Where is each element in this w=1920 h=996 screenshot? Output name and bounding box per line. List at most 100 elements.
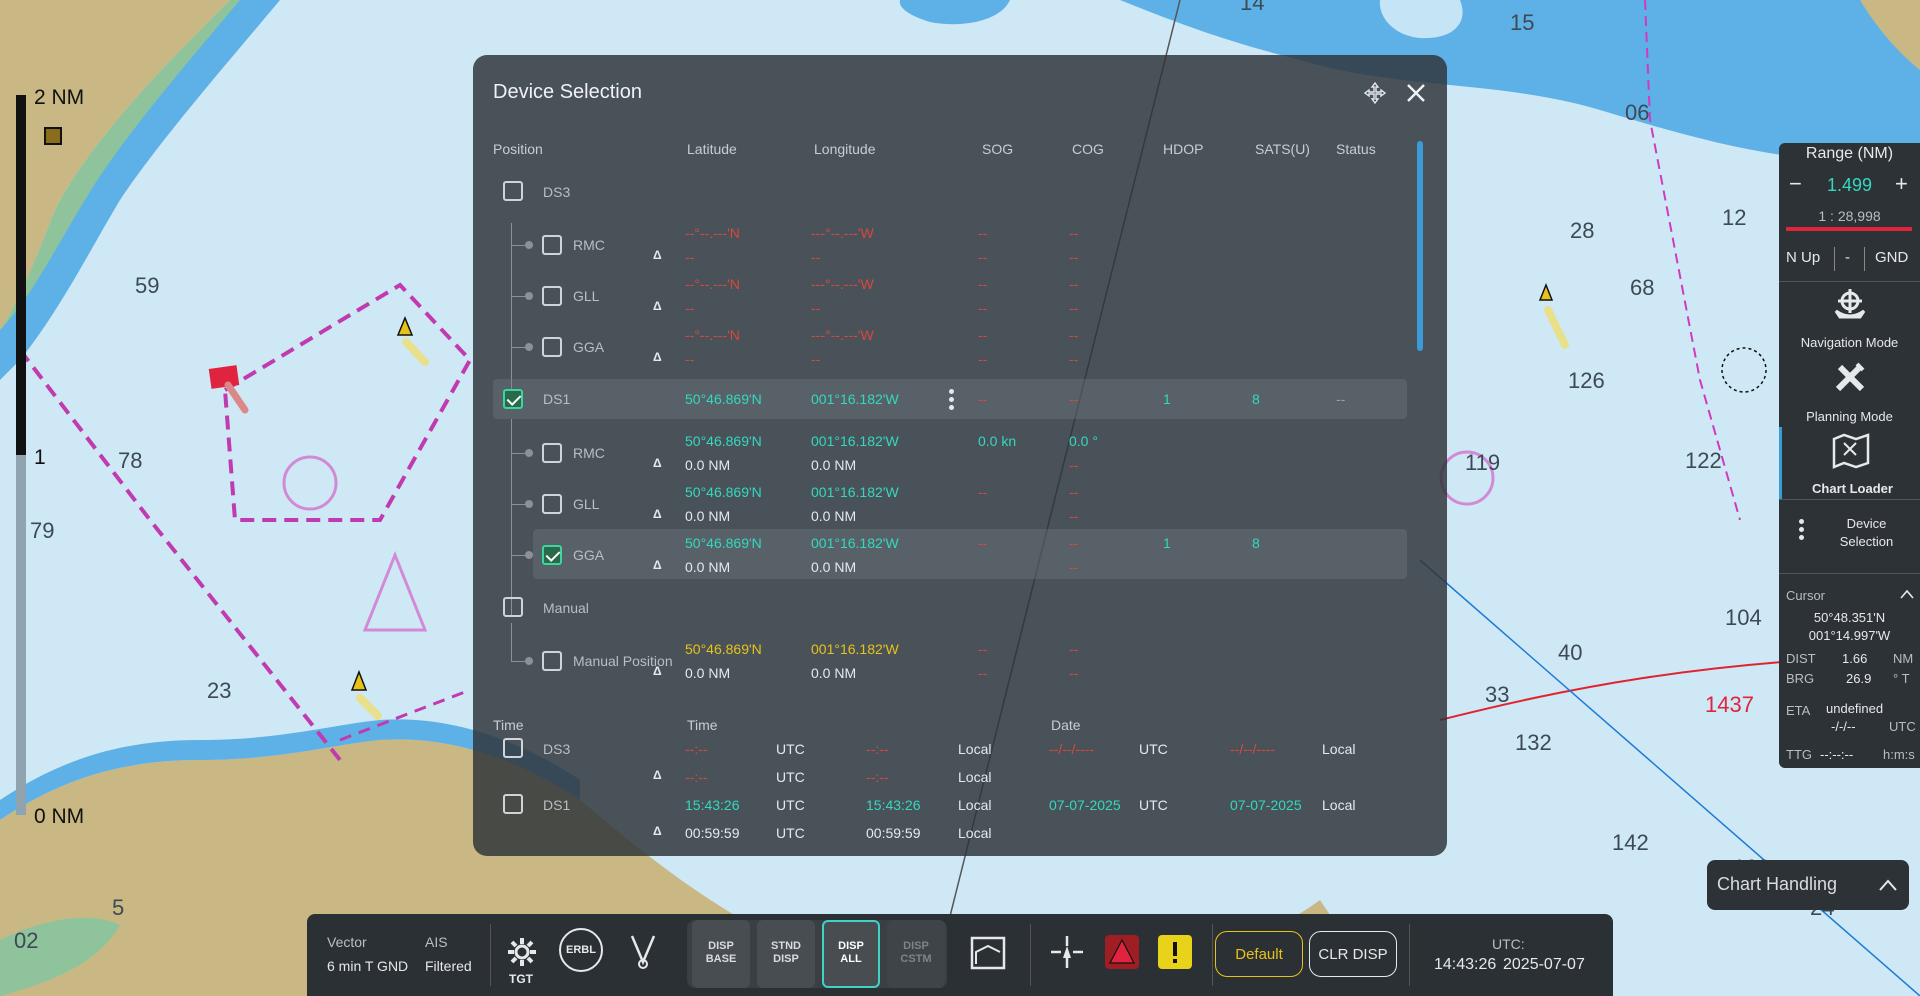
- ds1-lon: 001°16.182'W: [811, 391, 899, 407]
- ds1-lat: 50°46.869'N: [685, 391, 762, 407]
- vector-tool-button[interactable]: [623, 922, 663, 982]
- time-ds1-delta-local-label: Local: [958, 825, 992, 841]
- chevron-up-icon[interactable]: [1900, 589, 1914, 599]
- col-hdop: HDOP: [1163, 141, 1204, 157]
- ds3-rmc-checkbox[interactable]: [542, 235, 562, 255]
- svg-text:28: 28: [1570, 218, 1594, 243]
- close-icon[interactable]: [1404, 81, 1428, 105]
- ds1-gll-checkbox[interactable]: [542, 494, 562, 514]
- utc-date: 2025-07-07: [1503, 956, 1585, 973]
- ds1-gga-lon: 001°16.182'W: [811, 535, 899, 551]
- dist-value: 1.66: [1842, 651, 1868, 666]
- stnd-disp-button[interactable]: STND DISP: [757, 920, 815, 988]
- delta-icon: Δ: [653, 248, 662, 262]
- ds3-rmc-lat: --°--.---'N: [685, 225, 740, 241]
- ds3-gga-cog-delta: --: [1069, 351, 1079, 367]
- ds1-gga-checkbox[interactable]: [542, 545, 562, 565]
- erbl-button[interactable]: ERBL: [559, 928, 603, 972]
- dialog-scrollbar[interactable]: [1417, 141, 1423, 351]
- time-ds1-checkbox[interactable]: [503, 794, 523, 814]
- planning-mode-button[interactable]: Planning Mode: [1779, 355, 1920, 427]
- ds3-gga-cog: --: [1069, 327, 1079, 343]
- time-ds3-utc-label: UTC: [776, 741, 805, 757]
- vector-value[interactable]: 6 min T GND: [327, 958, 408, 974]
- device-selection-button[interactable]: Device Selection: [1779, 505, 1920, 567]
- disp-base-button[interactable]: DISP BASE: [692, 920, 750, 988]
- time-ds1-local-delta: 00:59:59: [866, 825, 921, 841]
- manual-sog: --: [978, 641, 988, 657]
- chart-handling-button[interactable]: Chart Handling: [1707, 860, 1909, 910]
- ds3-gll-cog-delta: --: [1069, 300, 1079, 316]
- col-cog: COG: [1072, 141, 1104, 157]
- col-sats: SATS(U): [1255, 141, 1310, 157]
- ds1-rmc-lon-delta: 0.0 NM: [811, 457, 857, 473]
- manual-position-checkbox[interactable]: [542, 651, 562, 671]
- own-ship-center-button[interactable]: [1042, 922, 1092, 982]
- range-increase-button[interactable]: +: [1895, 171, 1908, 197]
- warning-icon: [1158, 935, 1192, 969]
- disp-all-label: DISP ALL: [838, 940, 864, 965]
- default-button[interactable]: Default: [1215, 931, 1303, 977]
- ds3-gll-lon: ---°--.---'W: [811, 276, 874, 292]
- bottom-toolbar: Vector 6 min T GND AIS Filtered TGT ERBL…: [307, 914, 1613, 996]
- navigation-mode-label: Navigation Mode: [1800, 335, 1899, 350]
- delta-icon: Δ: [653, 768, 662, 782]
- svg-text:79: 79: [30, 518, 54, 543]
- chart-scale: 1 : 28,998: [1818, 208, 1881, 224]
- more-vertical-icon: [1799, 519, 1804, 543]
- ds3-rmc-lon: ---°--.---'W: [811, 225, 874, 241]
- ds1-gga-lat: 50°46.869'N: [685, 535, 762, 551]
- disp-base-label: DISP BASE: [705, 940, 737, 965]
- ds1-label: DS1: [543, 391, 571, 407]
- ais-value[interactable]: Filtered: [425, 958, 472, 974]
- eta-date: -/-/--: [1831, 719, 1856, 734]
- svg-text:104: 104: [1725, 605, 1762, 630]
- clr-disp-button[interactable]: CLR DISP: [1309, 931, 1397, 977]
- ds3-gll-checkbox[interactable]: [542, 286, 562, 306]
- ds3-rmc-sog-delta: --: [978, 249, 988, 265]
- ds3-gll-sog-delta: --: [978, 300, 988, 316]
- motion-mode-button[interactable]: GND: [1875, 249, 1908, 266]
- svg-text:14: 14: [1240, 0, 1264, 15]
- cursor-title: Cursor: [1786, 588, 1826, 603]
- time-ds3-checkbox[interactable]: [503, 738, 523, 758]
- ds3-gga-checkbox[interactable]: [542, 337, 562, 357]
- delta-icon: Δ: [653, 824, 662, 838]
- ds1-gll-lat-delta: 0.0 NM: [685, 508, 731, 524]
- ds1-gll-lon-delta: 0.0 NM: [811, 508, 857, 524]
- alarm-button[interactable]: [1097, 922, 1147, 982]
- svg-text:68: 68: [1630, 275, 1654, 300]
- manual-sog-delta: --: [978, 665, 988, 681]
- ds3-rmc-lat-delta: --: [685, 249, 695, 265]
- chart-display-button[interactable]: [963, 922, 1013, 982]
- ds1-rmc-checkbox[interactable]: [542, 443, 562, 463]
- delta-icon: Δ: [653, 558, 662, 572]
- ds3-gll-lat: --°--.---'N: [685, 276, 740, 292]
- ds1-more-icon[interactable]: [949, 389, 954, 413]
- orientation-button[interactable]: N Up: [1786, 249, 1820, 266]
- manual-checkbox[interactable]: [503, 597, 523, 617]
- ds1-sats: 8: [1252, 391, 1260, 407]
- time-ds3-delta-local-label: Local: [958, 769, 992, 785]
- move-icon[interactable]: [1363, 81, 1387, 105]
- ds1-checkbox[interactable]: [503, 389, 523, 409]
- ds1-gga-row[interactable]: [533, 529, 1407, 579]
- ds1-gga-cog-delta: --: [1069, 559, 1079, 575]
- warning-button[interactable]: [1150, 922, 1200, 982]
- date-col-header: Date: [1051, 717, 1081, 733]
- time-header: Time: [493, 717, 524, 733]
- ds3-checkbox[interactable]: [503, 181, 523, 201]
- chart-handling-label: Chart Handling: [1717, 874, 1838, 894]
- ais-label: AIS: [425, 934, 448, 950]
- device-selection-label: Device Selection: [1839, 516, 1894, 549]
- time-ds1-local-time: 15:43:26: [866, 797, 921, 813]
- scale-top-label: 2 NM: [34, 86, 85, 109]
- disp-cstm-button[interactable]: DISP CSTM: [887, 920, 945, 988]
- disp-all-button[interactable]: DISP ALL: [822, 920, 880, 988]
- chart-loader-button[interactable]: Chart Loader: [1779, 427, 1920, 499]
- planning-tools-icon: [1835, 362, 1865, 392]
- utc-time: 14:43:26: [1434, 956, 1497, 973]
- ds1-hdop: 1: [1163, 391, 1171, 407]
- dist-unit: NM: [1893, 651, 1914, 666]
- navigation-mode-button[interactable]: Navigation Mode: [1779, 283, 1920, 353]
